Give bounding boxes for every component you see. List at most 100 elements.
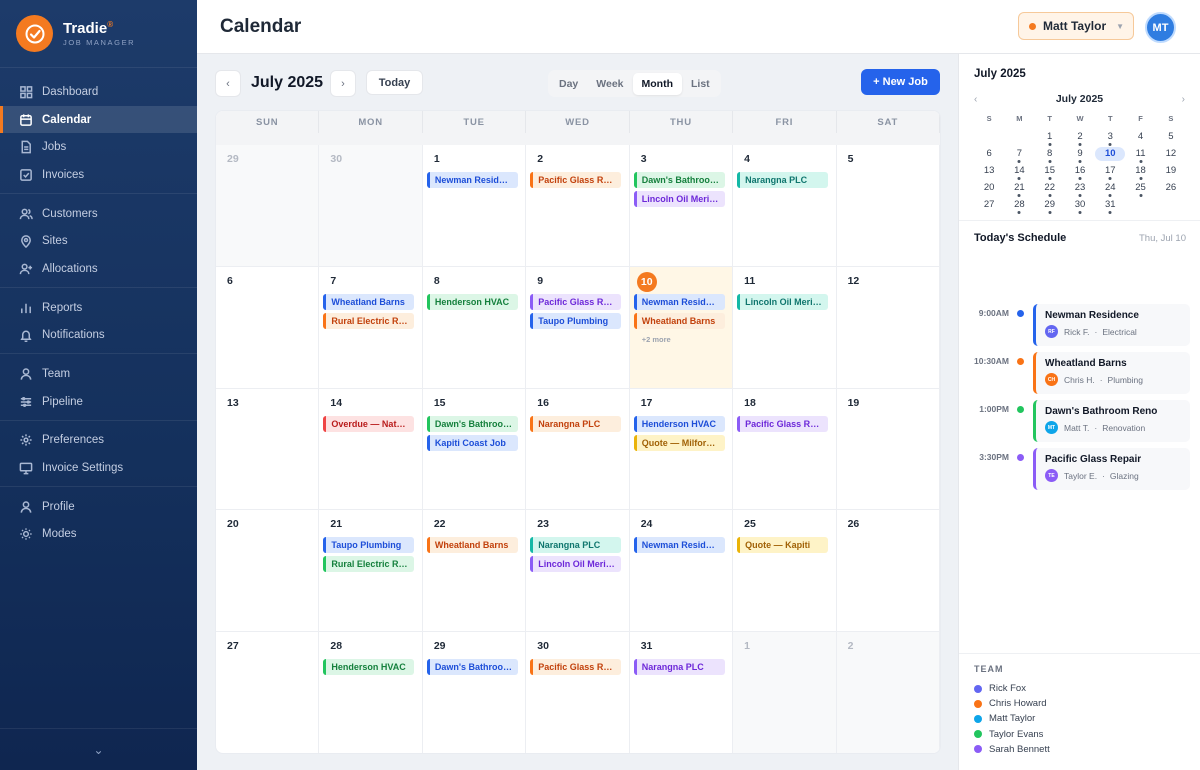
day-cell[interactable]: 11 Lincoln Oil Merino: [733, 266, 837, 389]
day-cell[interactable]: 24 Newman Residence: [629, 510, 734, 633]
calendar-event[interactable]: Henderson HVAC: [426, 293, 518, 310]
day-cell[interactable]: 7 Wheatland Barns Rural Electric Repair: [319, 266, 423, 389]
mini-day[interactable]: 20: [974, 181, 1004, 195]
day-cell[interactable]: 18 Pacific Glass Repair: [733, 388, 837, 511]
schedule-item[interactable]: 1:00PM Dawn's Bathroom Reno MT Matt T. · Reno…: [959, 400, 1200, 445]
mini-day[interactable]: 18: [1125, 164, 1155, 178]
day-cell[interactable]: 17 Henderson HVAC Quote — Milford Sound: [629, 388, 734, 511]
sidebar-item-allocations[interactable]: Allocations: [0, 255, 197, 283]
next-month-button[interactable]: ›: [330, 70, 356, 97]
mini-day[interactable]: 25: [1125, 181, 1155, 195]
mini-day[interactable]: 28: [1004, 198, 1034, 212]
team-member[interactable]: Taylor Evans: [974, 727, 1050, 742]
calendar-event[interactable]: Narangna PLC: [737, 172, 829, 188]
sidebar-item-pipeline[interactable]: Pipeline: [0, 388, 197, 416]
day-cell[interactable]: 14 Overdue — Natural Gas: [319, 388, 423, 511]
sidebar-item-invoices[interactable]: Invoices: [0, 161, 197, 189]
day-cell[interactable]: 5: [836, 145, 940, 267]
schedule-card[interactable]: Pacific Glass Repair TE Taylor E. · Glazing: [1033, 448, 1190, 490]
calendar-event[interactable]: Pacific Glass Repair: [530, 293, 622, 310]
mini-day[interactable]: 6: [974, 147, 1004, 161]
mini-day[interactable]: 24: [1095, 181, 1125, 195]
schedule-card[interactable]: Wheatland Barns CH Chris H. · Plumbing: [1033, 352, 1190, 394]
day-cell[interactable]: 13: [216, 388, 320, 511]
sidebar-item-preferences[interactable]: Preferences: [0, 427, 197, 455]
day-cell[interactable]: 4 Narangna PLC: [733, 145, 837, 267]
team-member[interactable]: Matt Taylor: [974, 711, 1050, 726]
sidebar-item-modes[interactable]: Modes: [0, 521, 197, 549]
calendar-event[interactable]: Taupo Plumbing: [323, 537, 415, 554]
team-member[interactable]: Sarah Bennett: [974, 742, 1050, 757]
mini-day[interactable]: 31: [1095, 198, 1125, 212]
calendar-event[interactable]: Wheatland Barns: [323, 293, 415, 310]
day-cell[interactable]: 9 Pacific Glass Repair Taupo Plumbing: [526, 266, 630, 389]
calendar-event[interactable]: Wheatland Barns: [426, 537, 518, 554]
calendar-event[interactable]: Lincoln Oil Merino: [530, 556, 622, 573]
day-cell[interactable]: 19: [836, 388, 940, 511]
sidebar-item-notifications[interactable]: Notifications: [0, 322, 197, 350]
day-cell[interactable]: 6: [216, 266, 320, 389]
sidebar-item-team[interactable]: Team: [0, 360, 197, 388]
mini-day[interactable]: 22: [1035, 181, 1065, 195]
mini-day[interactable]: 14: [1004, 164, 1034, 178]
schedule-item[interactable]: 9:00AM Newman Residence RF Rick F. · Electric…: [959, 304, 1200, 349]
day-cell[interactable]: 27: [216, 632, 320, 753]
mini-day[interactable]: 12: [1156, 147, 1186, 161]
mini-day[interactable]: 16: [1065, 164, 1095, 178]
calendar-event[interactable]: Dawn's Bathroom Reno: [633, 172, 725, 188]
mini-day[interactable]: 11: [1125, 147, 1155, 161]
view-month-button[interactable]: Month: [632, 72, 683, 95]
sidebar-item-reports[interactable]: Reports: [0, 294, 197, 322]
day-cell[interactable]: 10 Newman Residence Wheatland Barns +2 more: [629, 266, 734, 389]
mini-day[interactable]: 4: [1125, 130, 1155, 144]
calendar-event[interactable]: Quote — Kapiti: [737, 537, 829, 554]
mini-day[interactable]: 23: [1065, 181, 1095, 195]
mini-day[interactable]: 26: [1156, 181, 1186, 195]
calendar-event[interactable]: Narangna PLC: [530, 537, 622, 554]
calendar-event[interactable]: Rural Electric Repair: [323, 556, 415, 573]
day-cell[interactable]: 16 Narangna PLC: [526, 388, 630, 511]
day-cell[interactable]: 1: [733, 632, 837, 753]
mini-day[interactable]: 13: [974, 164, 1004, 178]
view-list-button[interactable]: List: [682, 73, 719, 95]
day-cell[interactable]: 21 Taupo Plumbing Rural Electric Repair: [319, 510, 423, 633]
calendar-event[interactable]: Rural Electric Repair: [323, 312, 415, 329]
calendar-event[interactable]: Wheatland Barns: [633, 312, 725, 329]
mini-day[interactable]: 27: [974, 198, 1004, 212]
calendar-event[interactable]: Dawn's Bathroom Reno: [426, 659, 518, 676]
calendar-event[interactable]: Dawn's Bathroom Reno: [426, 415, 518, 432]
mini-day[interactable]: 21: [1004, 181, 1034, 195]
day-cell[interactable]: 2: [836, 632, 940, 753]
mini-day[interactable]: 17: [1095, 164, 1125, 178]
calendar-event[interactable]: Lincoln Oil Merino: [737, 293, 829, 310]
more-events-link[interactable]: +2 more: [642, 335, 728, 344]
day-cell[interactable]: 3 Dawn's Bathroom Reno Lincoln Oil Merino: [629, 145, 734, 267]
mini-day[interactable]: 8: [1035, 147, 1065, 161]
sidebar-item-calendar[interactable]: Calendar: [0, 105, 197, 134]
schedule-item[interactable]: 3:30PM Pacific Glass Repair TE Taylor E. · Gl…: [959, 448, 1200, 493]
mini-day[interactable]: 2: [1065, 130, 1095, 144]
mini-day[interactable]: 15: [1035, 164, 1065, 178]
collapse-sidebar-button[interactable]: ⌄: [0, 728, 197, 770]
prev-month-button[interactable]: ‹: [215, 70, 241, 97]
day-cell[interactable]: 29 Dawn's Bathroom Reno: [423, 632, 527, 753]
day-cell[interactable]: 29: [216, 145, 320, 267]
day-cell[interactable]: 8 Henderson HVAC: [422, 266, 527, 389]
mini-day[interactable]: 7: [1004, 147, 1034, 161]
day-cell[interactable]: 25 Quote — Kapiti: [733, 510, 837, 633]
day-cell[interactable]: 1 Newman Residence: [422, 145, 527, 267]
day-cell[interactable]: 31 Narangna PLC: [630, 632, 734, 753]
day-cell[interactable]: 30 Pacific Glass Repair: [526, 632, 630, 753]
sidebar-item-profile[interactable]: Profile: [0, 493, 197, 521]
day-cell[interactable]: 30: [319, 145, 423, 267]
day-cell[interactable]: 15 Dawn's Bathroom Reno Kapiti Coast Job: [422, 388, 527, 511]
sidebar-item-customers[interactable]: Customers: [0, 200, 197, 228]
calendar-event[interactable]: Pacific Glass Repair: [530, 659, 622, 676]
day-cell[interactable]: 28 Henderson HVAC: [319, 632, 423, 753]
sidebar-item-dashboard[interactable]: Dashboard: [0, 78, 197, 106]
mini-day[interactable]: 30: [1065, 198, 1095, 212]
mini-day[interactable]: 19: [1156, 164, 1186, 178]
day-cell[interactable]: 22 Wheatland Barns: [422, 510, 527, 633]
day-cell[interactable]: 12: [836, 266, 940, 389]
day-cell[interactable]: 23 Narangna PLC Lincoln Oil Merino: [526, 510, 630, 633]
